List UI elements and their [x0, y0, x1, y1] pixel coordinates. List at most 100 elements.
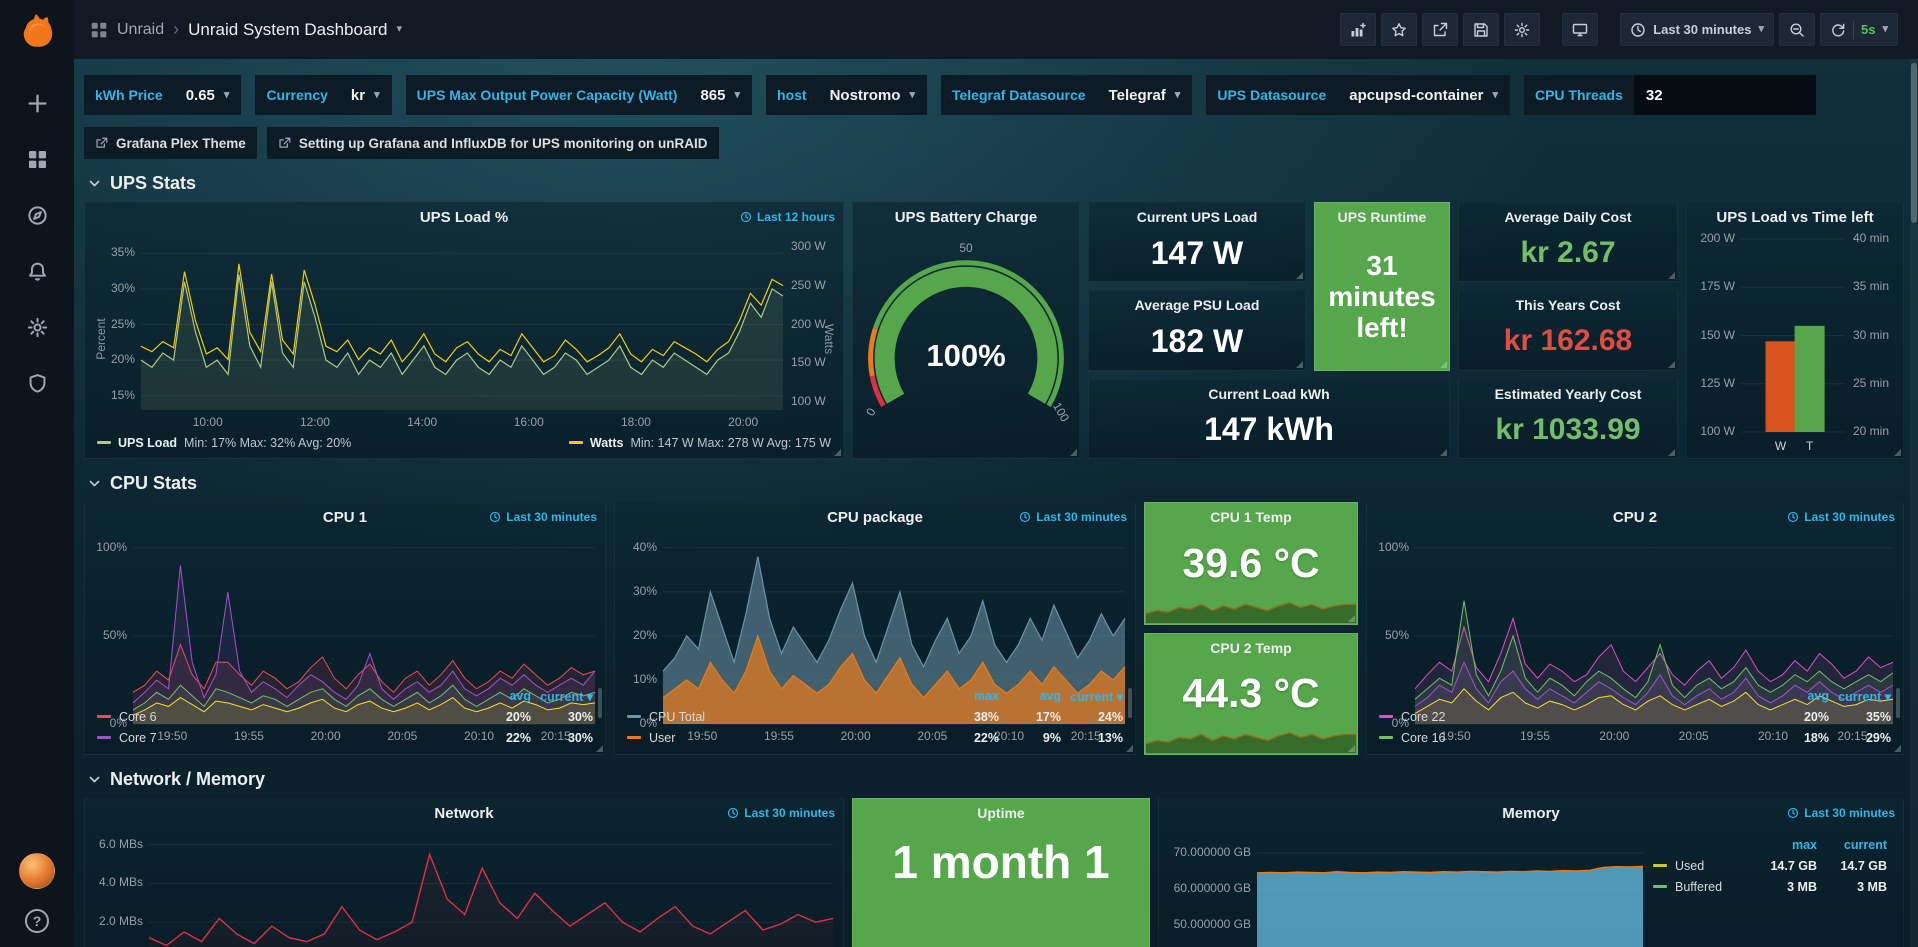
section-header-cpu-stats[interactable]: CPU Stats	[88, 473, 1904, 494]
legend-swatch	[97, 715, 111, 718]
legend-series-name[interactable]: Used	[1653, 859, 1747, 873]
refresh-button[interactable]: 5s	[1820, 13, 1898, 46]
caret-down-icon	[374, 90, 380, 101]
panel-title[interactable]: CPU 2	[1613, 509, 1657, 526]
legend-header-row: maxavgcurrent ▾	[627, 686, 1123, 706]
create-plus-icon[interactable]	[24, 90, 50, 116]
caret-down-icon	[1175, 90, 1181, 101]
admin-shield-icon[interactable]	[24, 370, 50, 396]
dashboard-title[interactable]: Unraid System Dashboard	[188, 20, 387, 40]
legend-column-header[interactable]: current ▾	[1061, 689, 1123, 704]
refresh-interval-value[interactable]: 5s	[1861, 22, 1875, 37]
zoom-out-button[interactable]	[1779, 13, 1815, 46]
cpu1-chart: 0%50%100%19:5019:5520:0020:0520:1020:15	[85, 531, 605, 684]
legend-column-header[interactable]: avg	[469, 689, 531, 703]
legend-row: Core 620%30%	[97, 706, 593, 727]
panel-time-override[interactable]: Last 30 minutes	[1019, 510, 1127, 524]
alerting-bell-icon[interactable]	[24, 258, 50, 284]
cpu-threads-input[interactable]	[1634, 75, 1816, 115]
legend-series-name[interactable]: Core 22	[1379, 710, 1767, 724]
legend-value: 38%	[937, 710, 999, 724]
legend-column-header[interactable]: max	[1747, 838, 1817, 852]
panel-current-load-kwh: Current Load kWh 147 kWh	[1088, 379, 1450, 459]
star-button[interactable]	[1381, 13, 1417, 46]
legend-series-name[interactable]: Buffered	[1653, 880, 1747, 894]
panel-title[interactable]: CPU package	[827, 509, 923, 526]
grafana-logo-icon[interactable]	[16, 10, 58, 52]
legend-series-name[interactable]: Core 7	[97, 731, 469, 745]
configuration-gear-icon[interactable]	[24, 314, 50, 340]
legend-column-header[interactable]: avg	[1767, 689, 1829, 703]
panel-estimated-yearly-cost: Estimated Yearly Cost kr 1033.99	[1458, 379, 1678, 459]
panel-title[interactable]: UPS Load vs Time left	[1716, 209, 1873, 226]
ups-stat-grid: Current UPS Load 147 W UPS Runtime 31 mi…	[1088, 202, 1450, 459]
panel-time-override[interactable]: Last 30 minutes	[1787, 510, 1895, 524]
legend-series-name[interactable]: Core 6	[97, 710, 469, 724]
user-avatar[interactable]	[19, 853, 55, 889]
y-axis-label-left: Percent	[94, 309, 108, 369]
panel-title[interactable]: UPS Load %	[420, 209, 508, 226]
panel-title[interactable]: Uptime	[977, 805, 1024, 821]
panel-time-override[interactable]: Last 30 minutes	[489, 510, 597, 524]
main: Unraid Unraid System Dashboard	[74, 0, 1918, 947]
panel-title[interactable]: UPS Battery Charge	[895, 209, 1038, 226]
legend-swatch	[1379, 736, 1393, 739]
variable-value-dropdown[interactable]: apcupsd-container	[1337, 75, 1510, 115]
dashboards-icon[interactable]	[24, 146, 50, 172]
link-ups-monitoring-guide[interactable]: Setting up Grafana and InfluxDB for UPS …	[267, 127, 719, 159]
chevron-right-icon	[173, 19, 179, 40]
explore-compass-icon[interactable]	[24, 202, 50, 228]
panel-title[interactable]: CPU 1 Temp	[1210, 509, 1291, 525]
dashboard-settings-button[interactable]	[1504, 13, 1540, 46]
panel-title[interactable]: Average Daily Cost	[1504, 209, 1631, 225]
link-grafana-plex-theme[interactable]: Grafana Plex Theme	[84, 127, 257, 159]
caret-down-icon[interactable]	[397, 24, 403, 35]
legend-item[interactable]: UPS Load Min: 17% Max: 32% Avg: 20%	[97, 436, 351, 450]
panel-title[interactable]: UPS Runtime	[1338, 209, 1427, 225]
time-range-picker[interactable]: Last 30 minutes	[1620, 13, 1774, 46]
cpu-package-legend: maxavgcurrent ▾CPU Total38%17%24%User22%…	[615, 684, 1135, 754]
panel-title[interactable]: Current Load kWh	[1208, 386, 1329, 402]
panel-title[interactable]: Memory	[1502, 805, 1560, 822]
section-header-ups-stats[interactable]: UPS Stats	[88, 173, 1904, 194]
cycle-view-mode-button[interactable]	[1562, 13, 1598, 46]
panel-title[interactable]: Current UPS Load	[1137, 209, 1258, 225]
variable-value-dropdown[interactable]: 865	[688, 75, 752, 115]
variable-value-dropdown[interactable]: 0.65	[174, 75, 242, 115]
panel-title[interactable]: Network	[434, 805, 493, 822]
legend-column-header[interactable]: max	[937, 689, 999, 703]
panel-title[interactable]: Average PSU Load	[1135, 297, 1260, 313]
share-button[interactable]	[1422, 13, 1458, 46]
legend-series-name[interactable]: Core 16	[1379, 731, 1767, 745]
section-header-network-memory[interactable]: Network / Memory	[88, 769, 1904, 790]
legend-series-name[interactable]: User	[627, 731, 937, 745]
panel-uptime: Uptime 1 month 1	[852, 798, 1150, 947]
panel-title[interactable]: CPU 2 Temp	[1210, 640, 1291, 656]
help-icon[interactable]: ?	[25, 909, 49, 933]
save-button[interactable]	[1463, 13, 1499, 46]
legend-item[interactable]: Watts Min: 147 W Max: 278 W Avg: 175 W	[569, 436, 831, 450]
breadcrumb-app[interactable]: Unraid	[117, 21, 164, 39]
add-panel-button[interactable]	[1340, 13, 1376, 46]
panel-header: CPU 1 Last 30 minutes	[85, 503, 605, 531]
cpu1-legend: avgcurrent ▾Core 620%30%Core 722%30%	[85, 684, 605, 754]
panel-title[interactable]: Estimated Yearly Cost	[1495, 386, 1642, 402]
cpu2-chart: 0%50%100%19:5019:5520:0020:0520:1020:15	[1367, 531, 1903, 684]
variable-value-dropdown[interactable]: Nostromo	[818, 75, 927, 115]
scrollbar-thumb[interactable]	[1911, 63, 1917, 223]
panel-time-override[interactable]: Last 12 hours	[740, 210, 835, 224]
legend-column-header[interactable]: current ▾	[531, 689, 593, 704]
panel-time-override[interactable]: Last 30 minutes	[727, 806, 835, 820]
variable-value-dropdown[interactable]: Telegraf	[1097, 75, 1193, 115]
legend-column-header[interactable]: current	[1817, 838, 1887, 852]
legend-series-name[interactable]: CPU Total	[627, 710, 937, 724]
refresh-icon	[1830, 22, 1846, 38]
legend-column-header[interactable]: avg	[999, 689, 1061, 703]
variable-value-dropdown[interactable]: kr	[339, 75, 392, 115]
cost-stat-column: Average Daily Cost kr 2.67 This Years Co…	[1458, 202, 1678, 459]
panel-time-override[interactable]: Last 30 minutes	[1787, 806, 1895, 820]
panel-title[interactable]: CPU 1	[323, 509, 367, 526]
legend-column-header[interactable]: current ▾	[1829, 689, 1891, 704]
template-variables-row: kWh Price 0.65 Currency kr UPS Max Outpu…	[84, 73, 1904, 117]
panel-title[interactable]: This Years Cost	[1516, 297, 1621, 313]
